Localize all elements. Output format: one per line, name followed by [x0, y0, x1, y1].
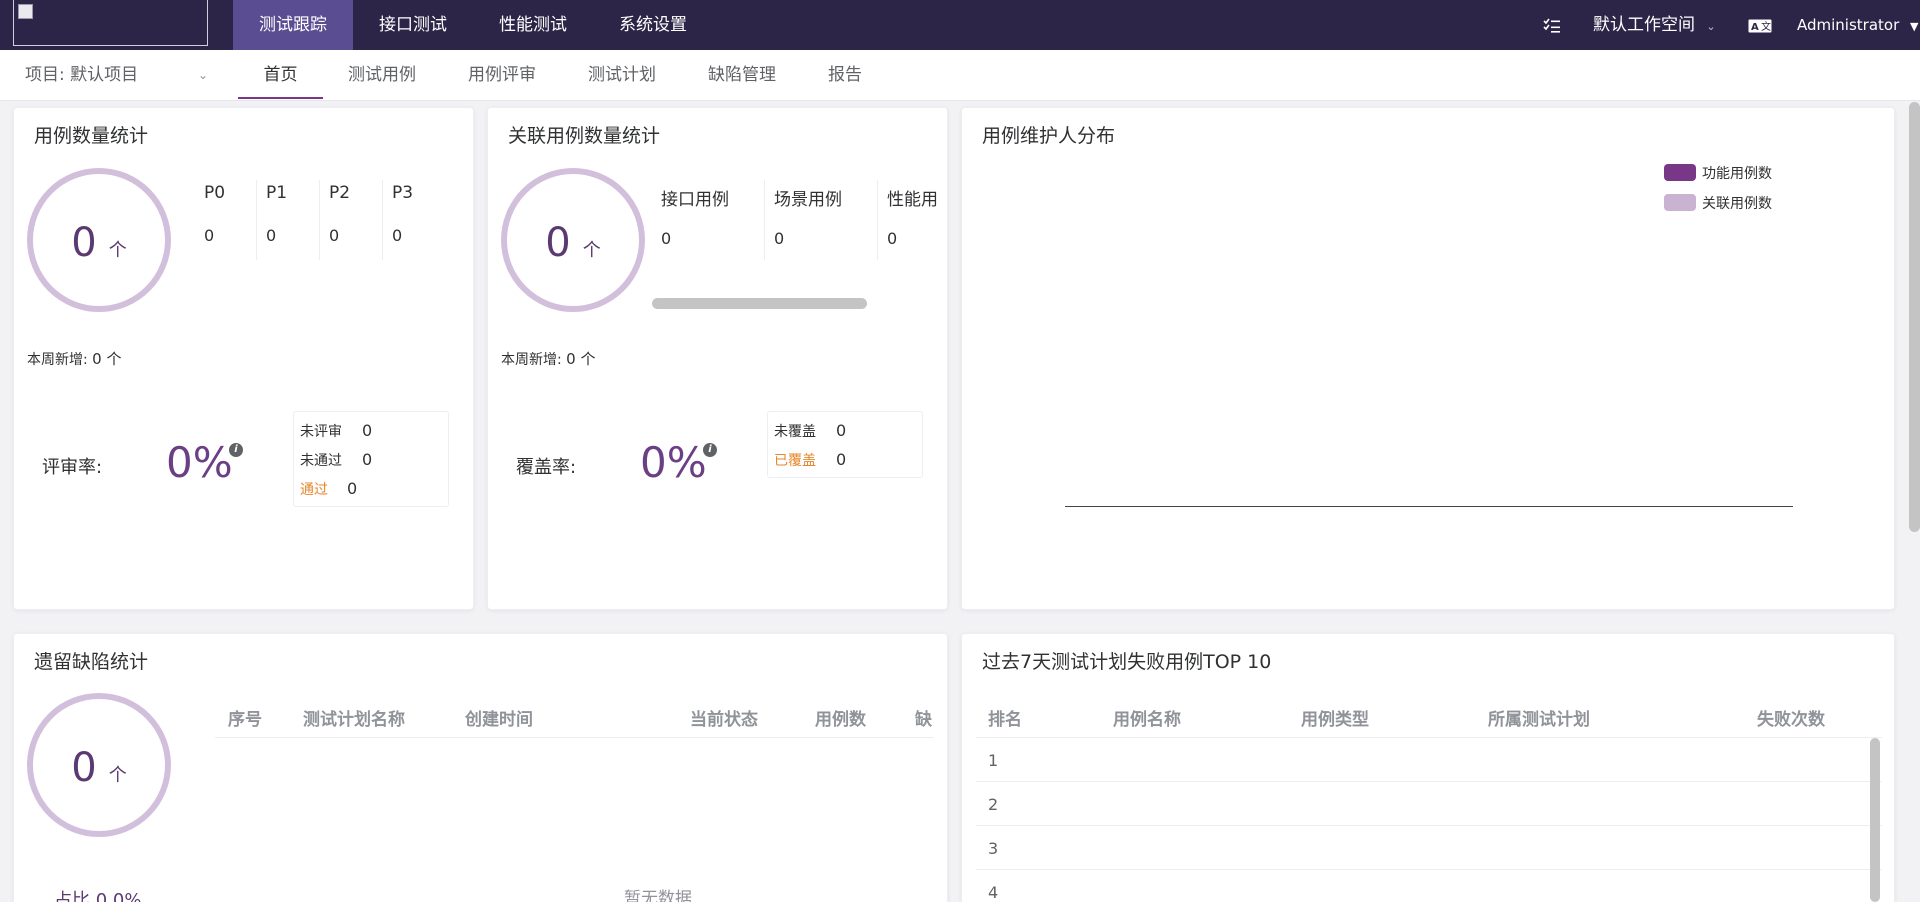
review-breakdown: 未评审 0 未通过 0 通过 0: [293, 411, 449, 507]
review-rate-value: 0%: [166, 438, 233, 487]
info-icon[interactable]: i: [703, 443, 717, 457]
logo[interactable]: [13, 0, 208, 46]
col-label-scenario: 场景用例: [774, 190, 842, 210]
legend-label-functional[interactable]: 功能用例数: [1702, 163, 1772, 183]
card-title: 过去7天测试计划失败用例TOP 10: [982, 651, 1272, 673]
col-header-created: 创建时间: [465, 710, 533, 730]
table-row[interactable]: 1: [988, 751, 998, 770]
table-row[interactable]: 4: [988, 883, 998, 902]
project-tabs-bar: 项目: 默认项目 ⌄ 首页 测试用例 用例评审 测试计划 缺陷管理 报告: [0, 50, 1920, 101]
weekly-new: 本周新增: 0 个: [27, 350, 122, 368]
nav-api-test[interactable]: 接口测试: [353, 0, 473, 50]
page-scrollbar[interactable]: [1909, 102, 1920, 532]
total-ring: 0个: [27, 168, 171, 312]
card-title: 遗留缺陷统计: [34, 651, 149, 673]
svg-text:文: 文: [1761, 20, 1771, 33]
defect-ratio: 占比 0.0%: [54, 890, 142, 902]
col-header-plan-name: 测试计划名称: [303, 710, 405, 730]
language-icon[interactable]: A文: [1748, 0, 1772, 50]
tab-defects[interactable]: 缺陷管理: [697, 50, 787, 101]
empty-text: 暂无数据: [624, 889, 692, 902]
unit: 个: [108, 240, 127, 261]
table-scrollbar[interactable]: [1870, 738, 1880, 902]
workspace-selector[interactable]: 默认工作空间 ⌄: [1593, 0, 1716, 50]
maintainer-chart-card: 用例维护人分布 功能用例数 关联用例数: [961, 107, 1895, 610]
col-label-performance: 性能用: [887, 190, 938, 210]
unit: 个: [582, 240, 601, 261]
tab-test-cases[interactable]: 测试用例: [337, 50, 427, 101]
top-navbar: 测试跟踪 接口测试 性能测试 系统设置 默认工作空间 ⌄ A文 Administ…: [0, 0, 1920, 50]
nav-settings[interactable]: 系统设置: [593, 0, 713, 50]
col-value-p3: 0: [392, 226, 403, 245]
active-tab-indicator: [238, 97, 323, 99]
total-count: 0: [71, 745, 97, 791]
horizontal-scrollbar[interactable]: [652, 298, 867, 309]
defects-card: 遗留缺陷统计 0个 占比 0.0% 序号 测试计划名称 创建时间 当前状态 用例…: [13, 633, 948, 902]
col-label-p2: P2: [329, 183, 351, 203]
chevron-down-icon[interactable]: ⌄: [198, 50, 208, 101]
tab-case-review[interactable]: 用例评审: [457, 50, 547, 101]
total-ring: 0个: [501, 168, 645, 312]
col-value-p1: 0: [266, 226, 277, 245]
col-header-fail-count: 失败次数: [1757, 710, 1825, 730]
col-label-p3: P3: [392, 183, 414, 203]
col-header-status: 当前状态: [690, 710, 758, 730]
col-value-api: 0: [661, 229, 672, 248]
col-value-performance: 0: [887, 229, 898, 248]
tab-test-plan[interactable]: 测试计划: [577, 50, 667, 101]
case-count-card: 用例数量统计 0个 P0 0 P1 0 P2 0 P3 0 本周新增: 0 个 …: [13, 107, 474, 610]
broken-image-icon: [18, 4, 33, 19]
col-header-plan: 所属测试计划: [1488, 710, 1590, 730]
tab-reports[interactable]: 报告: [810, 50, 880, 101]
weekly-new: 本周新增: 0 个: [501, 350, 596, 368]
legend-swatch-functional[interactable]: [1664, 164, 1696, 181]
caret-down-icon: ▼: [1910, 20, 1919, 33]
total-ring: 0个: [27, 693, 171, 837]
top10-card: 过去7天测试计划失败用例TOP 10 排名 用例名称 用例类型 所属测试计划 失…: [961, 633, 1895, 902]
table-row[interactable]: 3: [988, 839, 998, 858]
task-list-icon[interactable]: [1543, 0, 1561, 50]
chevron-down-icon: ⌄: [1706, 20, 1716, 33]
coverage-rate-value: 0%: [640, 438, 707, 487]
col-header-rank: 排名: [988, 710, 1022, 730]
total-count: 0: [545, 220, 571, 266]
coverage-rate-label: 覆盖率:: [516, 457, 577, 478]
card-title: 用例数量统计: [34, 125, 149, 147]
col-label-p1: P1: [266, 183, 288, 203]
col-value-p0: 0: [204, 226, 215, 245]
card-title: 关联用例数量统计: [508, 125, 661, 147]
nav-performance-test[interactable]: 性能测试: [473, 0, 593, 50]
card-title: 用例维护人分布: [982, 125, 1116, 147]
legend-swatch-related[interactable]: [1664, 194, 1696, 211]
col-header-case-count: 用例数: [815, 710, 866, 730]
review-rate-label: 评审率:: [42, 457, 103, 478]
tab-home[interactable]: 首页: [238, 50, 323, 101]
username: Administrator: [1797, 16, 1900, 34]
coverage-breakdown: 未覆盖 0 已覆盖 0: [767, 411, 923, 478]
col-label-api: 接口用例: [661, 190, 729, 210]
nav-test-track[interactable]: 测试跟踪: [233, 0, 353, 50]
col-value-p2: 0: [329, 226, 340, 245]
legend-label-related[interactable]: 关联用例数: [1702, 193, 1772, 213]
col-label-p0: P0: [204, 183, 226, 203]
project-selector[interactable]: 项目: 默认项目: [25, 50, 138, 101]
col-value-scenario: 0: [774, 229, 785, 248]
table-row[interactable]: 2: [988, 795, 998, 814]
user-menu[interactable]: Administrator ▼: [1797, 0, 1919, 50]
svg-text:A: A: [1751, 22, 1759, 33]
col-header-case-name: 用例名称: [1113, 710, 1181, 730]
workspace-name: 默认工作空间: [1593, 15, 1695, 35]
chart-x-axis: [1065, 506, 1793, 507]
col-header-index: 序号: [228, 710, 262, 730]
related-count-card: 关联用例数量统计 0个 接口用例 0 场景用例 0 性能用 0 本周新增: 0 …: [487, 107, 948, 610]
col-header-defects: 缺: [915, 710, 932, 730]
unit: 个: [108, 765, 127, 786]
col-header-case-type: 用例类型: [1301, 710, 1369, 730]
total-count: 0: [71, 220, 97, 266]
info-icon[interactable]: i: [229, 443, 243, 457]
